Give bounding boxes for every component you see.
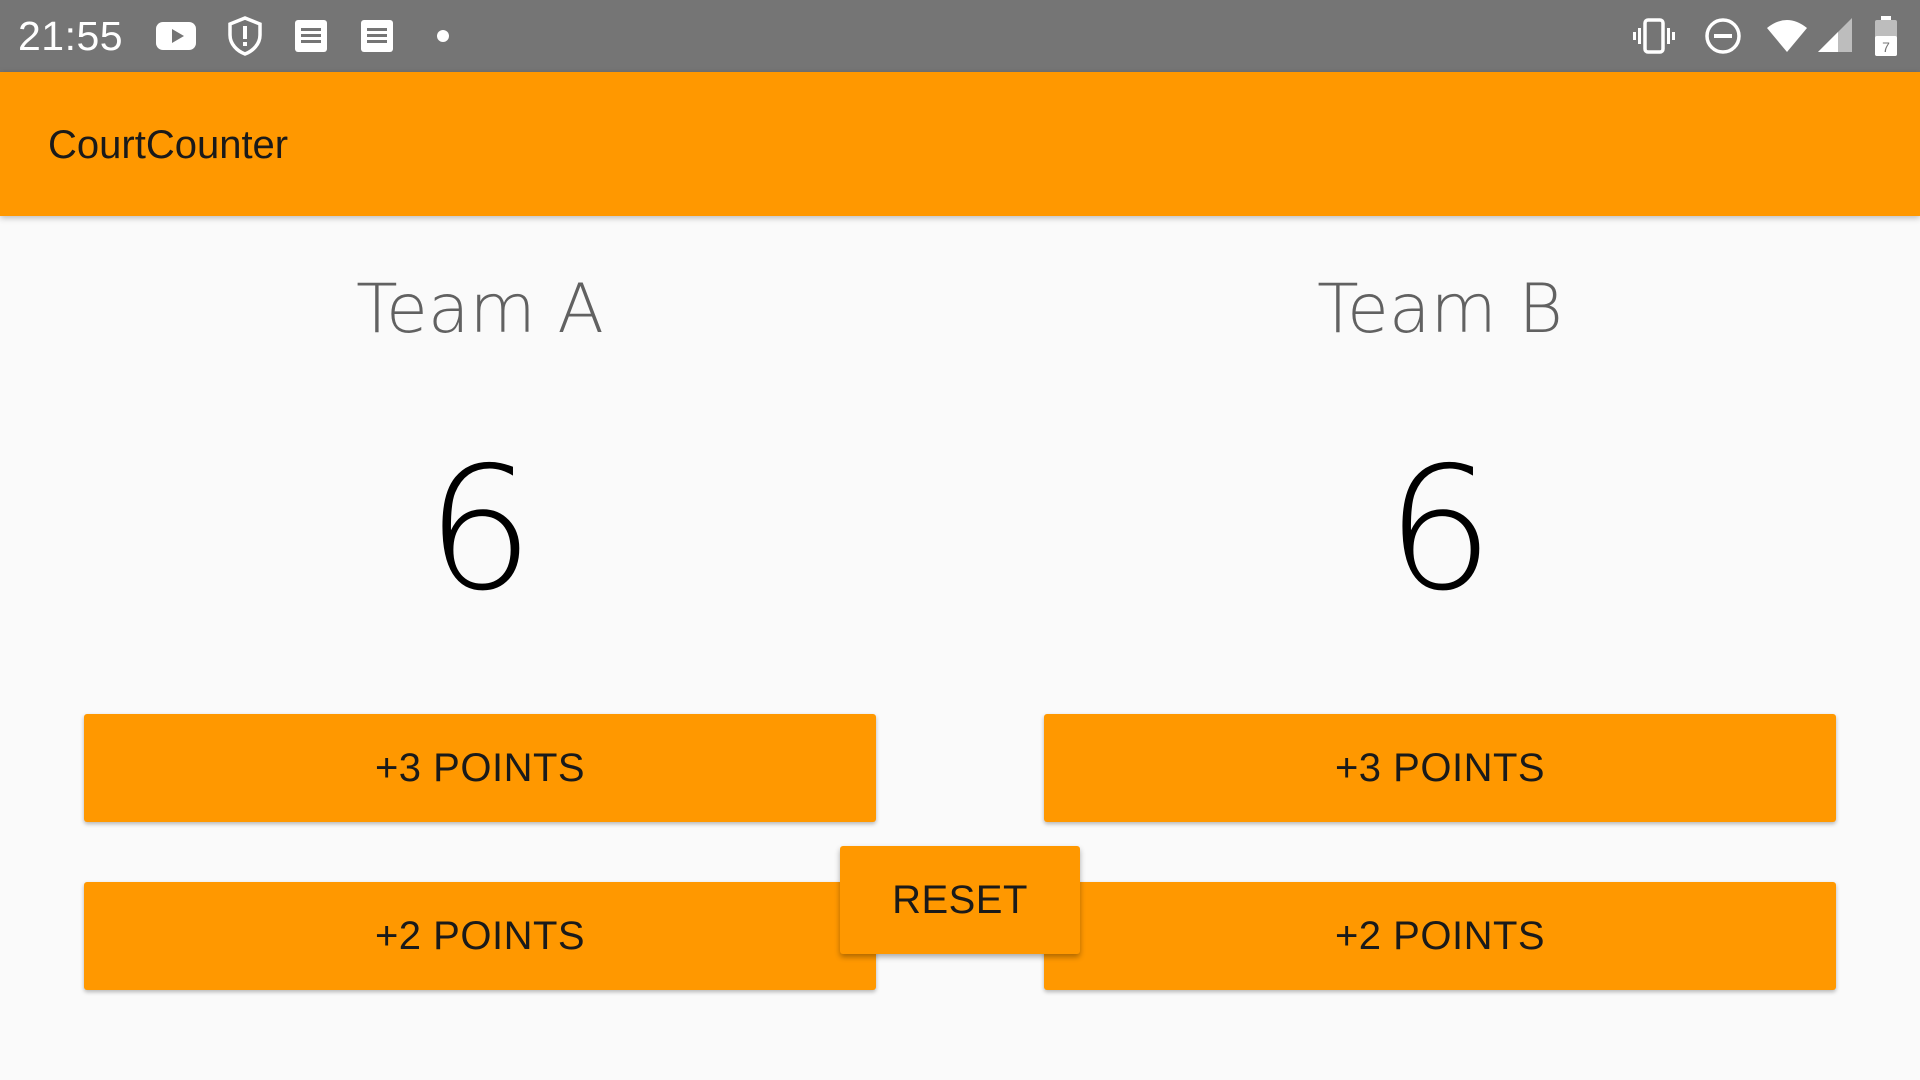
wifi-icon <box>1765 14 1809 58</box>
document-icon <box>355 14 399 58</box>
app-bar: CourtCounter <box>0 72 1920 216</box>
dot-icon <box>421 14 465 58</box>
status-time: 21:55 <box>18 13 124 59</box>
shield-alert-icon <box>223 14 267 58</box>
team-b-name: Team B <box>1317 270 1563 349</box>
team-b-score: 6 <box>1385 431 1495 629</box>
do-not-disturb-icon <box>1701 14 1745 58</box>
status-bar: 21:55 7 <box>0 0 1920 72</box>
app-title: CourtCounter <box>48 123 289 167</box>
svg-text:7: 7 <box>1882 39 1890 55</box>
vibrate-icon <box>1632 14 1676 58</box>
team-a-score: 6 <box>425 431 535 629</box>
battery-icon: 7 <box>1870 14 1902 58</box>
document-icon <box>289 14 333 58</box>
team-a-name: Team A <box>356 270 604 349</box>
cell-signal-icon <box>1814 14 1858 58</box>
team-b-plus2-button[interactable]: +2 POINTS <box>1044 882 1836 990</box>
team-b-plus3-button[interactable]: +3 POINTS <box>1044 714 1836 822</box>
team-a-plus3-button[interactable]: +3 POINTS <box>84 714 876 822</box>
youtube-icon <box>154 14 198 58</box>
reset-button[interactable]: RESET <box>840 846 1080 954</box>
team-a-plus2-button[interactable]: +2 POINTS <box>84 882 876 990</box>
